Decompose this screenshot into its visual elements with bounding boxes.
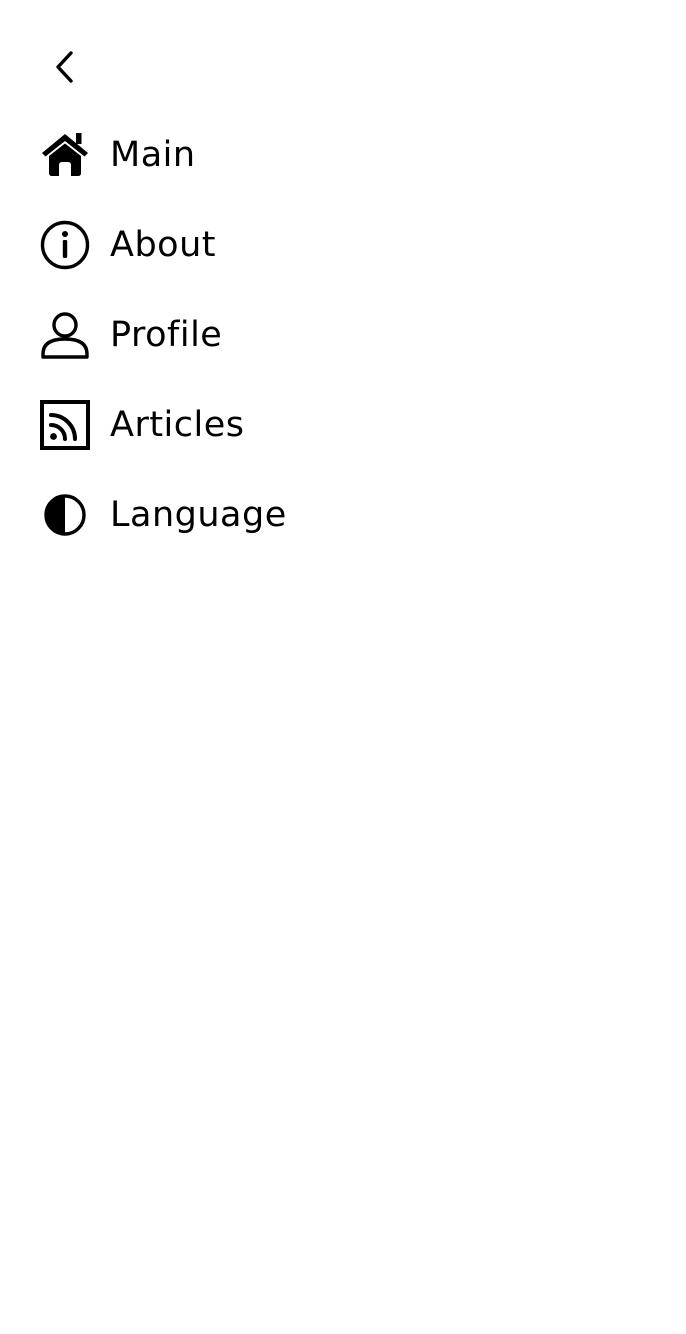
menu-item-label: Main (110, 135, 196, 175)
menu-item-label: Language (110, 495, 287, 535)
info-icon (40, 220, 90, 270)
menu-item-main[interactable]: Main (40, 110, 287, 200)
drawer-menu: Main About Profile Articles Language (40, 110, 287, 560)
chevron-left-icon (56, 51, 73, 83)
contrast-icon (40, 490, 90, 540)
menu-item-about[interactable]: About (40, 200, 287, 290)
menu-item-label: Articles (110, 405, 245, 445)
menu-item-language[interactable]: Language (40, 470, 287, 560)
menu-item-label: Profile (110, 315, 223, 355)
back-button[interactable] (40, 42, 90, 92)
menu-item-profile[interactable]: Profile (40, 290, 287, 380)
menu-item-articles[interactable]: Articles (40, 380, 287, 470)
rss-icon (40, 400, 90, 450)
user-icon (40, 310, 90, 360)
menu-item-label: About (110, 225, 216, 265)
navigation-drawer: Main About Profile Articles Language (0, 0, 686, 1334)
home-icon (40, 130, 90, 180)
